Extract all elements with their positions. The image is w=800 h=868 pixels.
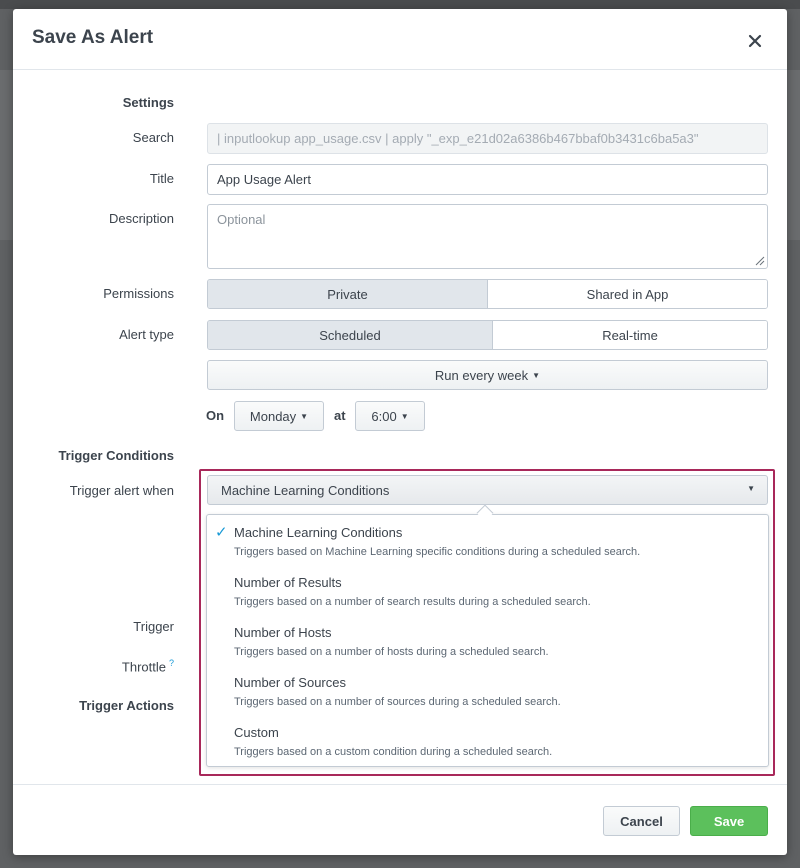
close-icon[interactable]	[743, 29, 767, 53]
on-label: On	[206, 408, 225, 423]
trigger-actions-section-label: Trigger Actions	[79, 698, 174, 713]
trigger-condition-select[interactable]: Machine Learning Conditions ▼	[207, 475, 768, 505]
menu-item-description: Triggers based on a number of hosts duri…	[234, 646, 549, 658]
caret-down-icon: ▼	[532, 370, 541, 380]
caret-down-icon: ▼	[300, 411, 309, 421]
settings-section-label: Settings	[122, 95, 174, 110]
search-label: Search	[132, 130, 174, 145]
trigger-condition-selected-value: Machine Learning Conditions	[221, 483, 390, 498]
save-as-alert-dialog: Save As Alert Settings Search | inputloo…	[13, 9, 787, 855]
permissions-label: Permissions	[103, 286, 174, 301]
save-button[interactable]: Save	[690, 806, 768, 836]
schedule-frequency-dropdown[interactable]: Run every week ▼	[207, 360, 768, 390]
search-field: | inputlookup app_usage.csv | apply "_ex…	[207, 123, 768, 154]
description-textarea[interactable]: Optional	[207, 204, 768, 269]
menu-item-description: Triggers based on a number of sources du…	[234, 696, 561, 708]
checkmark-icon: ✓	[215, 524, 228, 541]
menu-item-title: Machine Learning Conditions	[234, 525, 403, 540]
cancel-button[interactable]: Cancel	[603, 806, 680, 836]
alert-type-scheduled-option[interactable]: Scheduled	[208, 321, 492, 349]
menu-item-machine-learning-conditions[interactable]: ✓ Machine Learning Conditions Triggers b…	[207, 517, 768, 567]
description-placeholder: Optional	[217, 212, 266, 227]
time-value: 6:00	[371, 408, 397, 424]
trigger-label: Trigger	[133, 619, 174, 634]
at-label: at	[334, 408, 346, 423]
permissions-toggle: Private Shared in App	[207, 279, 768, 309]
alert-type-label: Alert type	[119, 327, 174, 342]
trigger-condition-menu: ✓ Machine Learning Conditions Triggers b…	[206, 514, 769, 767]
title-label: Title	[149, 171, 174, 186]
menu-item-title: Number of Sources	[234, 675, 346, 690]
title-input[interactable]: App Usage Alert	[207, 164, 768, 195]
description-label: Description	[108, 211, 174, 226]
throttle-label-row: Throttle?	[122, 658, 174, 674]
permissions-shared-option[interactable]: Shared in App	[487, 280, 767, 308]
menu-item-number-of-results[interactable]: Number of Results Triggers based on a nu…	[207, 567, 768, 617]
backdrop-top-bar	[0, 0, 800, 9]
day-dropdown[interactable]: Monday ▼	[234, 401, 324, 431]
menu-item-title: Number of Results	[234, 575, 342, 590]
menu-item-number-of-sources[interactable]: Number of Sources Triggers based on a nu…	[207, 667, 768, 717]
day-value: Monday	[249, 408, 297, 424]
menu-item-description: Triggers based on a number of search res…	[234, 596, 591, 608]
dialog-title: Save As Alert	[32, 27, 154, 48]
trigger-conditions-section-label: Trigger Conditions	[58, 448, 174, 463]
permissions-private-option[interactable]: Private	[208, 280, 487, 308]
menu-item-number-of-hosts[interactable]: Number of Hosts Triggers based on a numb…	[207, 617, 768, 667]
resize-grip-icon[interactable]	[755, 256, 765, 266]
caret-down-icon: ▼	[400, 411, 409, 421]
dialog-header: Save As Alert	[13, 9, 787, 70]
menu-item-description: Triggers based on a custom condition dur…	[234, 746, 553, 758]
caret-down-icon: ▼	[747, 484, 755, 493]
menu-item-custom[interactable]: Custom Triggers based on a custom condit…	[207, 717, 768, 767]
trigger-alert-when-label: Trigger alert when	[69, 483, 174, 498]
help-icon[interactable]: ?	[169, 658, 174, 668]
time-dropdown[interactable]: 6:00 ▼	[355, 401, 425, 431]
throttle-label: Throttle	[121, 659, 166, 675]
alert-type-toggle: Scheduled Real-time	[207, 320, 768, 350]
schedule-frequency-value: Run every week	[434, 367, 529, 383]
menu-item-title: Custom	[234, 725, 279, 740]
alert-type-realtime-option[interactable]: Real-time	[492, 321, 767, 349]
dialog-footer: Cancel Save	[13, 784, 787, 855]
menu-item-title: Number of Hosts	[234, 625, 332, 640]
menu-item-description: Triggers based on Machine Learning speci…	[234, 546, 641, 558]
